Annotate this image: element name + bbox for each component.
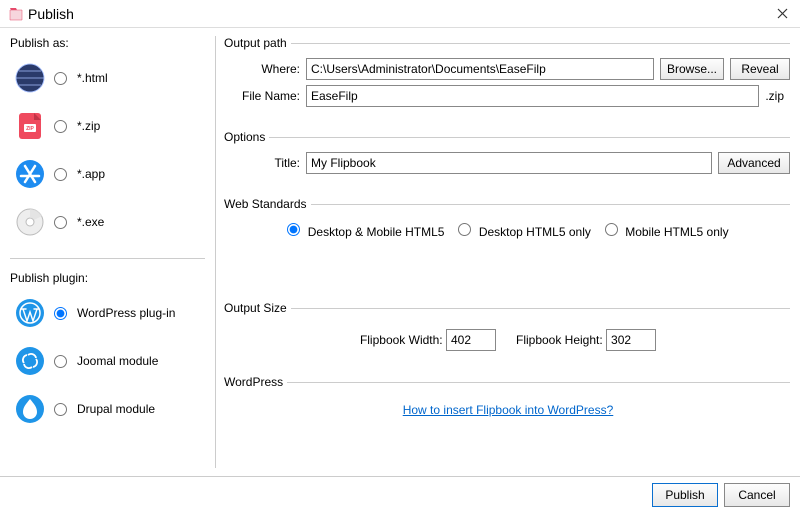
output-path-section: Output path Where: Browse... Reveal File…: [226, 36, 790, 116]
divider: [10, 258, 205, 259]
wordpress-section: WordPress How to insert Flipbook into Wo…: [226, 375, 790, 427]
window-title: Publish: [28, 6, 772, 22]
plugin-wordpress[interactable]: WordPress plug-in: [10, 289, 205, 337]
title-input[interactable]: [306, 152, 712, 174]
web-standards-section: Web Standards Desktop & Mobile HTML5 Des…: [226, 197, 790, 247]
label-zip[interactable]: *.zip: [77, 119, 100, 133]
where-label: Where:: [226, 62, 306, 76]
title-bar: Publish: [0, 0, 800, 28]
radio-zip[interactable]: [54, 120, 67, 133]
options-legend: Options: [224, 130, 269, 144]
publish-as-html[interactable]: *.html: [10, 54, 205, 102]
drupal-icon: [14, 393, 46, 425]
close-button[interactable]: [772, 4, 792, 24]
label-drupal[interactable]: Drupal module: [77, 402, 155, 416]
left-panel: Publish as: *.html ZIP *.zip *.app: [0, 28, 215, 476]
plugin-drupal[interactable]: Drupal module: [10, 385, 205, 433]
advanced-button[interactable]: Advanced: [718, 152, 790, 174]
publish-as-header: Publish as:: [10, 36, 205, 50]
publish-plugin-header: Publish plugin:: [10, 271, 205, 285]
radio-joomla[interactable]: [54, 355, 67, 368]
label-html[interactable]: *.html: [77, 71, 108, 85]
radio-desktop-mobile[interactable]: [287, 223, 300, 236]
output-size-section: Output Size Flipbook Width: Flipbook Hei…: [226, 301, 790, 361]
label-exe[interactable]: *.exe: [77, 215, 104, 229]
radio-exe[interactable]: [54, 216, 67, 229]
flipbook-height-input[interactable]: [606, 329, 656, 351]
footer: Publish Cancel: [0, 476, 800, 512]
svg-text:ZIP: ZIP: [26, 126, 34, 132]
radio-desktop-only[interactable]: [458, 223, 471, 236]
radio-mobile-only[interactable]: [605, 223, 618, 236]
options-section: Options Title: Advanced: [226, 130, 790, 183]
flipbook-width-label: Flipbook Width:: [360, 333, 443, 347]
label-wordpress[interactable]: WordPress plug-in: [77, 306, 175, 320]
joomla-icon: [14, 345, 46, 377]
web-standards-legend: Web Standards: [224, 197, 311, 211]
globe-icon: [14, 62, 46, 94]
radio-wordpress[interactable]: [54, 307, 67, 320]
file-name-label: File Name:: [226, 89, 306, 103]
app-icon: [8, 6, 24, 22]
browse-button[interactable]: Browse...: [660, 58, 724, 80]
file-name-input[interactable]: [306, 85, 759, 107]
title-label: Title:: [226, 156, 306, 170]
publish-button[interactable]: Publish: [652, 483, 718, 507]
app-store-icon: [14, 158, 46, 190]
label-desktop-mobile[interactable]: Desktop & Mobile HTML5: [308, 225, 445, 239]
flipbook-width-input[interactable]: [446, 329, 496, 351]
close-icon: [777, 8, 788, 19]
label-desktop-only[interactable]: Desktop HTML5 only: [479, 225, 591, 239]
wordpress-help-link[interactable]: How to insert Flipbook into WordPress?: [403, 403, 614, 417]
plugin-joomla[interactable]: Joomal module: [10, 337, 205, 385]
disc-icon: [14, 206, 46, 238]
radio-app[interactable]: [54, 168, 67, 181]
label-joomla[interactable]: Joomal module: [77, 354, 158, 368]
right-panel: Output path Where: Browse... Reveal File…: [216, 28, 800, 476]
publish-as-zip[interactable]: ZIP *.zip: [10, 102, 205, 150]
flipbook-height-label: Flipbook Height:: [516, 333, 603, 347]
publish-as-app[interactable]: *.app: [10, 150, 205, 198]
output-path-legend: Output path: [224, 36, 291, 50]
where-input[interactable]: [306, 58, 654, 80]
wordpress-legend: WordPress: [224, 375, 287, 389]
wordpress-icon: [14, 297, 46, 329]
label-mobile-only[interactable]: Mobile HTML5 only: [625, 225, 728, 239]
cancel-button[interactable]: Cancel: [724, 483, 790, 507]
publish-as-exe[interactable]: *.exe: [10, 198, 205, 246]
label-app[interactable]: *.app: [77, 167, 105, 181]
reveal-button[interactable]: Reveal: [730, 58, 790, 80]
file-ext-label: .zip: [759, 89, 790, 103]
radio-html[interactable]: [54, 72, 67, 85]
zip-icon: ZIP: [14, 110, 46, 142]
radio-drupal[interactable]: [54, 403, 67, 416]
output-size-legend: Output Size: [224, 301, 291, 315]
